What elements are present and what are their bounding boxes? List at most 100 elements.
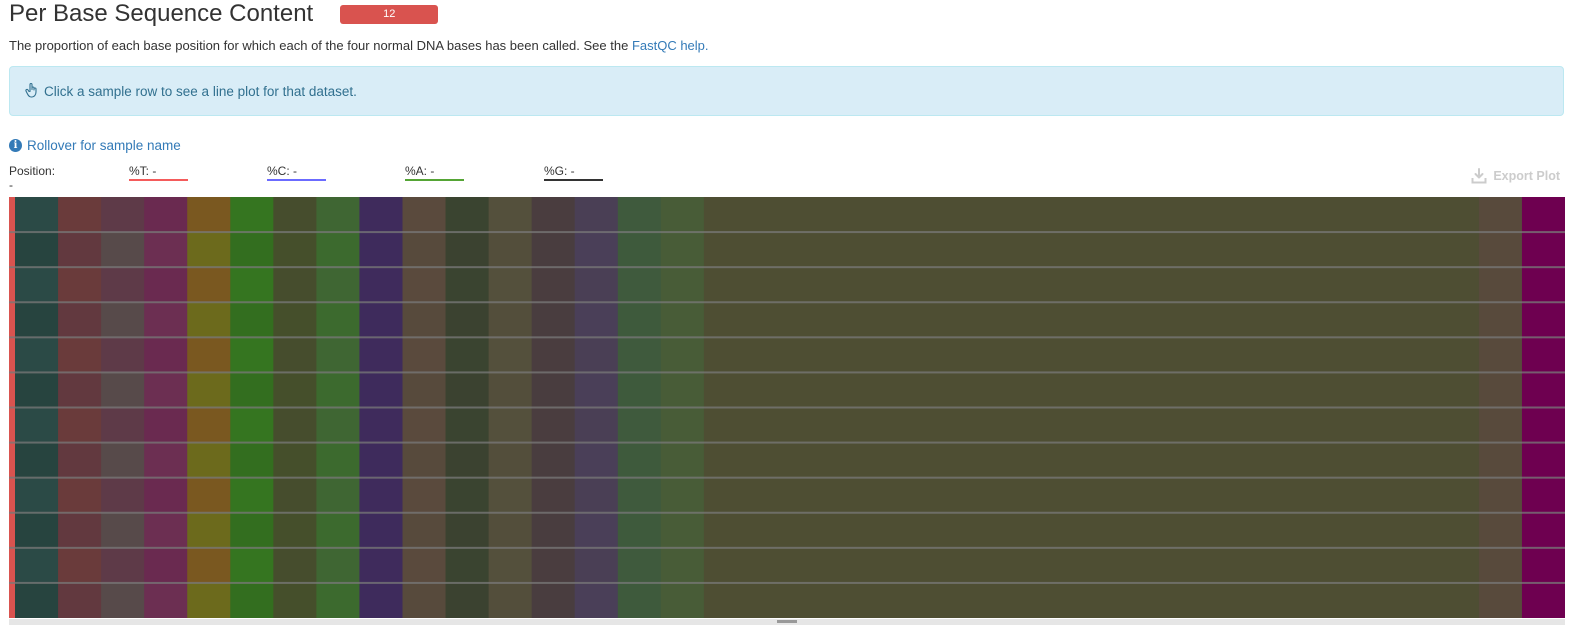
heatmap-cell[interactable] [58, 582, 102, 618]
heatmap-cell[interactable] [703, 337, 1480, 373]
heatmap-cell[interactable] [1521, 582, 1565, 618]
heatmap-cell[interactable] [402, 337, 447, 373]
scrollbar-grip[interactable] [777, 620, 797, 623]
heatmap-cell[interactable] [273, 442, 317, 478]
heatmap-cell[interactable] [617, 372, 662, 408]
heatmap-cell[interactable] [187, 407, 231, 443]
heatmap-cell[interactable] [316, 512, 360, 548]
heatmap-cell[interactable] [531, 547, 576, 583]
heatmap-cell[interactable] [187, 267, 231, 303]
heatmap-cell[interactable] [1521, 337, 1565, 373]
heatmap-cell[interactable] [1521, 512, 1565, 548]
heatmap-cell[interactable] [58, 337, 102, 373]
heatmap-cell[interactable] [230, 372, 274, 408]
heatmap-cell[interactable] [58, 547, 102, 583]
heatmap-cell[interactable] [187, 582, 231, 618]
heatmap-cell[interactable] [144, 267, 188, 303]
heatmap-cell[interactable] [58, 267, 102, 303]
heatmap-cell[interactable] [230, 197, 274, 233]
heatmap-cell[interactable] [230, 512, 274, 548]
heatmap-cell[interactable] [402, 547, 447, 583]
heatmap-cell[interactable] [316, 547, 360, 583]
heatmap-cell[interactable] [531, 337, 576, 373]
heatmap-cell[interactable] [488, 442, 533, 478]
heatmap-cell[interactable] [359, 337, 403, 373]
heatmap-cell[interactable] [574, 302, 619, 338]
heatmap-cell[interactable] [58, 197, 102, 233]
heatmap-cell[interactable] [660, 302, 705, 338]
heatmap-cell[interactable] [445, 582, 490, 618]
heatmap-cell[interactable] [58, 302, 102, 338]
heatmap-cell[interactable] [660, 267, 705, 303]
heatmap-cell[interactable] [230, 302, 274, 338]
heatmap-cell[interactable] [703, 477, 1480, 513]
heatmap-cell[interactable] [187, 337, 231, 373]
heatmap-cell[interactable] [617, 232, 662, 268]
heatmap-cell[interactable] [101, 547, 145, 583]
heatmap-cell[interactable] [58, 372, 102, 408]
heatmap-cell[interactable] [101, 372, 145, 408]
heatmap-cell[interactable] [617, 267, 662, 303]
heatmap-cell[interactable] [15, 372, 59, 408]
heatmap-cell[interactable] [101, 197, 145, 233]
heatmap-cell[interactable] [273, 407, 317, 443]
heatmap-cell[interactable] [660, 197, 705, 233]
heatmap-cell[interactable] [402, 477, 447, 513]
heatmap-cell[interactable] [531, 477, 576, 513]
heatmap-cell[interactable] [15, 267, 59, 303]
heatmap-cell[interactable] [445, 337, 490, 373]
heatmap-cell[interactable] [703, 302, 1480, 338]
heatmap-cell[interactable] [144, 547, 188, 583]
heatmap-cell[interactable] [1521, 232, 1565, 268]
heatmap-cell[interactable] [617, 407, 662, 443]
fastqc-help-link[interactable]: FastQC help. [632, 38, 709, 53]
heatmap-cell[interactable] [703, 267, 1480, 303]
heatmap-cell[interactable] [531, 267, 576, 303]
heatmap-cell[interactable] [316, 442, 360, 478]
heatmap-cell[interactable] [574, 232, 619, 268]
heatmap-cell[interactable] [488, 477, 533, 513]
heatmap-cell[interactable] [101, 477, 145, 513]
heatmap-cell[interactable] [316, 337, 360, 373]
heatmap-cell[interactable] [531, 407, 576, 443]
heatmap-cell[interactable] [574, 372, 619, 408]
heatmap-cell[interactable] [488, 232, 533, 268]
heatmap-cell[interactable] [273, 197, 317, 233]
heatmap-cell[interactable] [660, 512, 705, 548]
heatmap-cell[interactable] [574, 512, 619, 548]
heatmap-cell[interactable] [660, 442, 705, 478]
heatmap-cell[interactable] [15, 197, 59, 233]
heatmap-cell[interactable] [703, 197, 1480, 233]
heatmap-cell[interactable] [273, 582, 317, 618]
heatmap-cell[interactable] [445, 267, 490, 303]
heatmap-cell[interactable] [359, 442, 403, 478]
heatmap-cell[interactable] [703, 372, 1480, 408]
heatmap-cell[interactable] [144, 197, 188, 233]
heatmap-cell[interactable] [101, 232, 145, 268]
heatmap-cell[interactable] [402, 442, 447, 478]
heatmap-cell[interactable] [660, 547, 705, 583]
heatmap-cell[interactable] [488, 337, 533, 373]
heatmap-cell[interactable] [101, 337, 145, 373]
heatmap-cell[interactable] [703, 442, 1480, 478]
heatmap-cell[interactable] [359, 372, 403, 408]
heatmap-cell[interactable] [445, 477, 490, 513]
heatmap-cell[interactable] [488, 407, 533, 443]
heatmap-cell[interactable] [187, 372, 231, 408]
heatmap-cell[interactable] [703, 512, 1480, 548]
heatmap-cell[interactable] [660, 477, 705, 513]
heatmap-cell[interactable] [316, 407, 360, 443]
heatmap-cell[interactable] [445, 407, 490, 443]
heatmap-cell[interactable] [230, 547, 274, 583]
heatmap-cell[interactable] [273, 232, 317, 268]
heatmap-cell[interactable] [531, 442, 576, 478]
heatmap-cell[interactable] [445, 512, 490, 548]
heatmap-cell[interactable] [316, 302, 360, 338]
heatmap-cell[interactable] [531, 197, 576, 233]
heatmap-cell[interactable] [58, 232, 102, 268]
heatmap-cell[interactable] [617, 512, 662, 548]
heatmap-cell[interactable] [316, 582, 360, 618]
heatmap-cell[interactable] [230, 337, 274, 373]
heatmap-cell[interactable] [574, 407, 619, 443]
heatmap-cell[interactable] [445, 547, 490, 583]
